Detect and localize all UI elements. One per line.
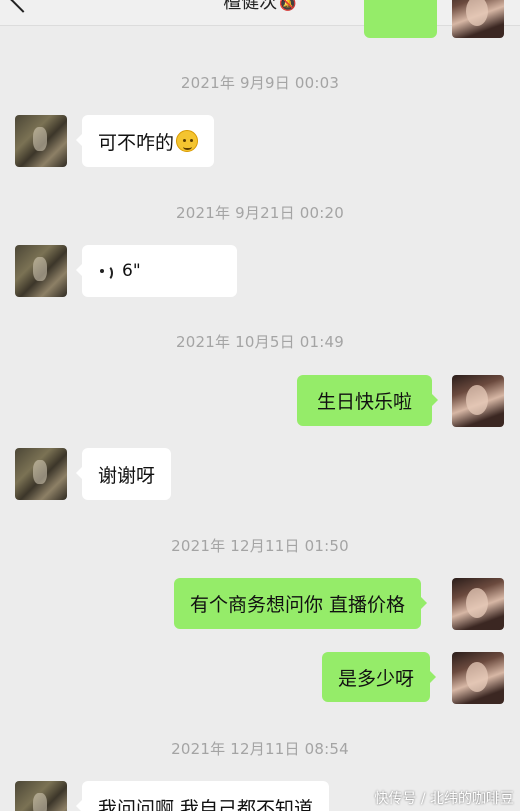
timestamp: 2021年 10月5日 01:49 xyxy=(176,333,344,351)
self-avatar[interactable] xyxy=(452,652,504,704)
message-bubble[interactable]: 谢谢呀 xyxy=(75,448,172,500)
contact-avatar[interactable] xyxy=(15,115,67,167)
contact-avatar[interactable] xyxy=(15,245,67,297)
chat-title: 檀健次 🔕 xyxy=(0,0,520,14)
message-text: 可不咋的 xyxy=(98,131,175,154)
message-text: 有个商务想问你 直播价格 xyxy=(190,594,406,616)
timestamp: 2021年 12月11日 01:50 xyxy=(171,537,349,555)
message-bubble[interactable]: 生日快乐啦 xyxy=(297,375,439,426)
message-bubble[interactable]: 是多少呀 xyxy=(322,652,437,702)
self-avatar[interactable] xyxy=(452,578,504,630)
contact-name: 檀健次 xyxy=(223,0,278,13)
message-text: 我问问啊 我自己都不知道 xyxy=(98,797,314,811)
voice-duration: 6" xyxy=(122,261,141,281)
message-text: 谢谢呀 xyxy=(98,464,156,487)
voice-message-bubble[interactable]: 6" xyxy=(76,245,237,297)
self-avatar[interactable] xyxy=(452,375,504,427)
contact-avatar[interactable] xyxy=(15,781,67,811)
timestamp: 2021年 9月9日 00:03 xyxy=(180,74,340,92)
message-text: 生日快乐啦 xyxy=(317,391,413,413)
chat-header: 檀健次 🔕 xyxy=(0,0,520,26)
timestamp: 2021年 9月21日 00:20 xyxy=(176,204,344,222)
message-bubble[interactable]: 我问问啊 我自己都不知道 xyxy=(75,781,330,811)
message-bubble[interactable]: 有个商务想问你 直播价格 xyxy=(174,578,428,629)
bell-off-icon: 🔕 xyxy=(279,0,297,12)
timestamp: 2021年 12月11日 08:54 xyxy=(171,740,349,758)
previous-message-bubble[interactable] xyxy=(364,0,437,38)
voice-wave-icon xyxy=(98,262,114,281)
self-avatar[interactable] xyxy=(452,0,504,38)
message-text: 是多少呀 xyxy=(338,667,415,690)
thinking-face-emoji-icon xyxy=(176,130,199,152)
message-bubble[interactable]: 可不咋的 xyxy=(75,115,215,167)
contact-avatar[interactable] xyxy=(15,448,67,500)
watermark: 快传号 / 北纬的咖啡豆 xyxy=(374,791,514,807)
